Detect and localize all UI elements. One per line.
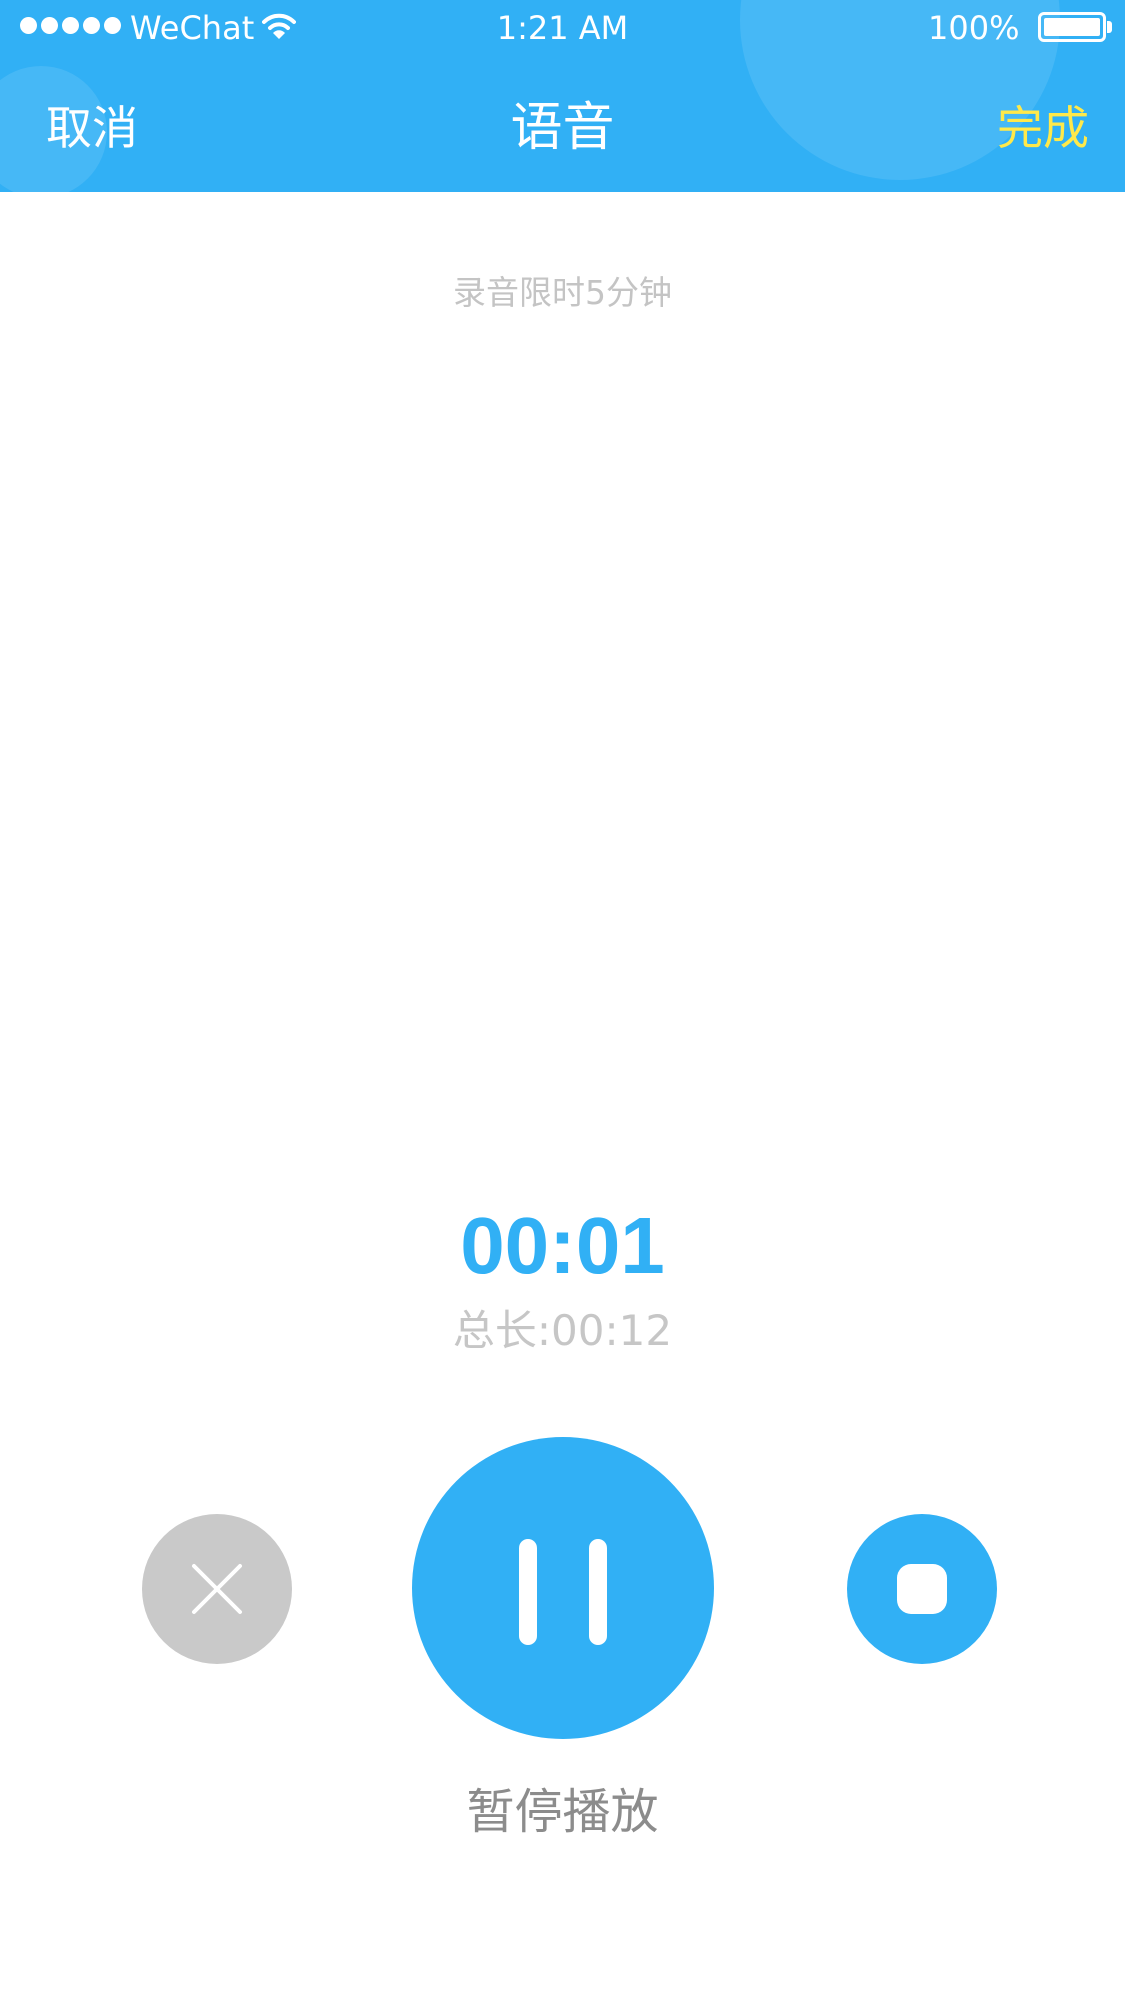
- status-bar: WeChat 1:21 AM 100%: [0, 0, 1125, 56]
- close-icon: [192, 1564, 242, 1614]
- page-title: 语音: [510, 98, 615, 158]
- battery-icon: [1038, 12, 1106, 42]
- discard-recording-button[interactable]: [142, 1514, 292, 1664]
- stop-icon: [897, 1564, 947, 1614]
- battery-percent: 100%: [928, 9, 1020, 47]
- recording-limit-hint: 录音限时5分钟: [453, 273, 672, 312]
- stop-button[interactable]: [847, 1514, 997, 1664]
- elapsed-time: 00:01: [460, 1201, 665, 1290]
- total-duration: 总长:00:12: [452, 1306, 673, 1355]
- header: WeChat 1:21 AM 100% 取消 语音 完成: [0, 0, 1125, 192]
- done-button[interactable]: 完成: [997, 100, 1089, 156]
- battery-cap: [1107, 21, 1112, 33]
- pause-playback-label: 暂停播放: [466, 1784, 659, 1840]
- pause-playback-button[interactable]: [412, 1437, 714, 1739]
